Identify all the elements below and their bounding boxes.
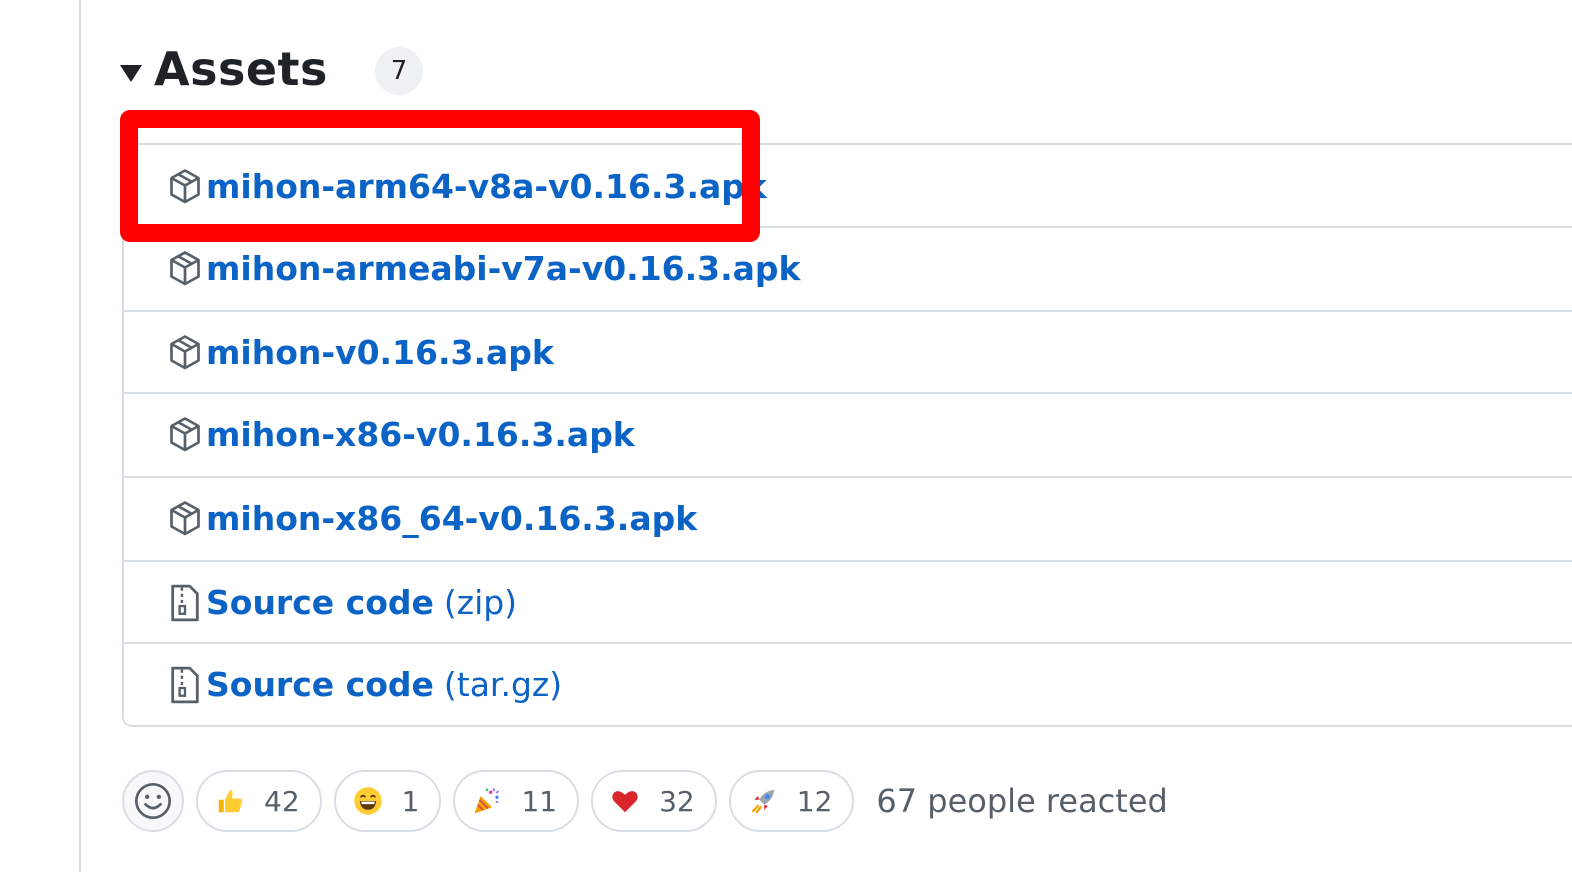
thumbs-up-icon — [214, 785, 246, 817]
reaction-party-popper[interactable]: 11 — [453, 770, 580, 832]
package-icon — [166, 414, 204, 456]
asset-link[interactable]: mihon-armeabi-v7a-v0.16.3.apk — [206, 249, 801, 288]
asset-link[interactable]: Source code — [206, 665, 434, 704]
asset-link[interactable]: Source code — [206, 583, 434, 622]
asset-row: Source code (zip) — [124, 560, 1572, 643]
package-icon — [166, 498, 204, 540]
rocket-icon — [747, 785, 779, 817]
asset-row: mihon-x86_64-v0.16.3.apk — [124, 476, 1572, 559]
smiley-icon — [135, 783, 171, 819]
file-zip-icon — [166, 582, 204, 624]
assets-list: mihon-arm64-v8a-v0.16.3.apk mihon-armeab… — [122, 143, 1572, 727]
asset-link[interactable]: mihon-arm64-v8a-v0.16.3.apk — [206, 167, 767, 206]
reaction-thumbs-up[interactable]: 42 — [196, 770, 322, 832]
asset-link[interactable]: mihon-v0.16.3.apk — [206, 333, 554, 372]
reaction-count: 11 — [521, 784, 558, 818]
assets-header[interactable]: Assets — [120, 34, 328, 104]
add-reaction-button[interactable] — [122, 770, 184, 832]
asset-row: mihon-arm64-v8a-v0.16.3.apk — [124, 145, 1572, 228]
heart-icon — [609, 785, 641, 817]
asset-link[interactable]: mihon-x86-v0.16.3.apk — [206, 415, 635, 454]
assets-title: Assets — [154, 42, 328, 96]
reactions-bar: 42 1 11 32 12 67 people reacted — [122, 768, 1168, 834]
package-icon — [166, 248, 204, 290]
timeline-rule — [79, 0, 81, 872]
file-zip-icon — [166, 664, 204, 706]
asset-row: mihon-x86-v0.16.3.apk — [124, 392, 1572, 475]
asset-link[interactable]: mihon-x86_64-v0.16.3.apk — [206, 499, 697, 538]
asset-format-label: (zip) — [443, 583, 518, 622]
asset-format-label: (tar.gz) — [443, 665, 563, 704]
reaction-smile[interactable]: 1 — [333, 770, 442, 832]
asset-row: mihon-v0.16.3.apk — [124, 310, 1572, 393]
collapse-triangle-icon[interactable] — [120, 64, 142, 82]
smile-icon — [352, 785, 384, 817]
package-icon — [166, 166, 204, 208]
asset-row: Source code (tar.gz) — [124, 642, 1572, 725]
reaction-rocket[interactable]: 12 — [728, 770, 855, 832]
package-icon — [166, 332, 204, 374]
reaction-count: 32 — [659, 784, 695, 818]
reaction-summary: 67 people reacted — [876, 782, 1168, 820]
reaction-count: 42 — [264, 784, 300, 818]
party-popper-icon — [471, 785, 503, 817]
reaction-count: 1 — [401, 784, 420, 818]
release-page: Assets 7 mihon-arm64-v8a-v0.16.3.apk mih… — [0, 0, 1572, 872]
asset-row: mihon-armeabi-v7a-v0.16.3.apk — [124, 226, 1572, 309]
reaction-count: 12 — [796, 784, 833, 818]
assets-count-badge: 7 — [375, 47, 423, 95]
reaction-heart[interactable]: 32 — [591, 770, 717, 832]
